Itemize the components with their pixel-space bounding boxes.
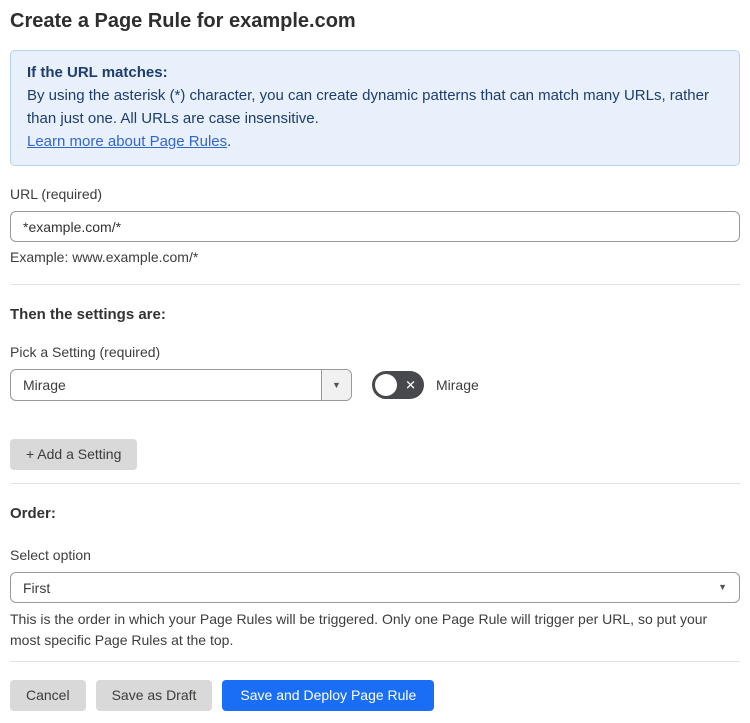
save-as-draft-button[interactable]: Save as Draft [95,680,213,711]
mirage-toggle[interactable]: ✕ [372,371,424,399]
divider [10,284,740,285]
setting-select-arrow-button[interactable]: ▼ [321,370,351,400]
divider [10,661,740,662]
order-section-heading: Order: [10,505,56,522]
page-title: Create a Page Rule for example.com [10,10,356,32]
order-select[interactable]: First ▼ [10,572,740,603]
divider [10,483,740,484]
learn-more-link[interactable]: Learn more about Page Rules [27,133,227,150]
url-example-hint: Example: www.example.com/* [10,249,199,265]
info-box-heading: If the URL matches: [27,64,168,81]
url-field-label: URL (required) [10,186,103,202]
toggle-label: Mirage [436,377,479,393]
order-select-value: First [23,579,51,596]
settings-section-heading: Then the settings are: [10,306,166,323]
add-setting-button[interactable]: + Add a Setting [10,439,138,470]
order-select-label: Select option [10,547,91,563]
setting-row: Mirage ▼ ✕ Mirage [10,369,740,401]
order-help-text: This is the order in which your Page Rul… [10,611,708,648]
caret-down-icon: ▼ [332,379,341,390]
info-box-body: By using the asterisk (*) character, you… [27,87,709,127]
toggle-knob [375,374,397,396]
save-and-deploy-button[interactable]: Save and Deploy Page Rule [222,680,435,711]
info-box-link-line: Learn more about Page Rules. [27,130,723,153]
cancel-button[interactable]: Cancel [10,680,86,711]
setting-select[interactable]: Mirage ▼ [10,369,352,401]
pick-setting-label: Pick a Setting (required) [10,344,161,360]
caret-down-icon: ▼ [718,582,727,592]
setting-select-value: Mirage [23,377,66,393]
url-match-info-box: If the URL matches: By using the asteris… [10,50,740,166]
link-suffix: . [227,133,232,150]
page-rule-form: Create a Page Rule for example.com If th… [0,0,750,723]
url-input[interactable] [10,211,740,242]
toggle-off-x-icon: ✕ [405,377,416,393]
footer-actions: Cancel Save as Draft Save and Deploy Pag… [10,680,740,711]
